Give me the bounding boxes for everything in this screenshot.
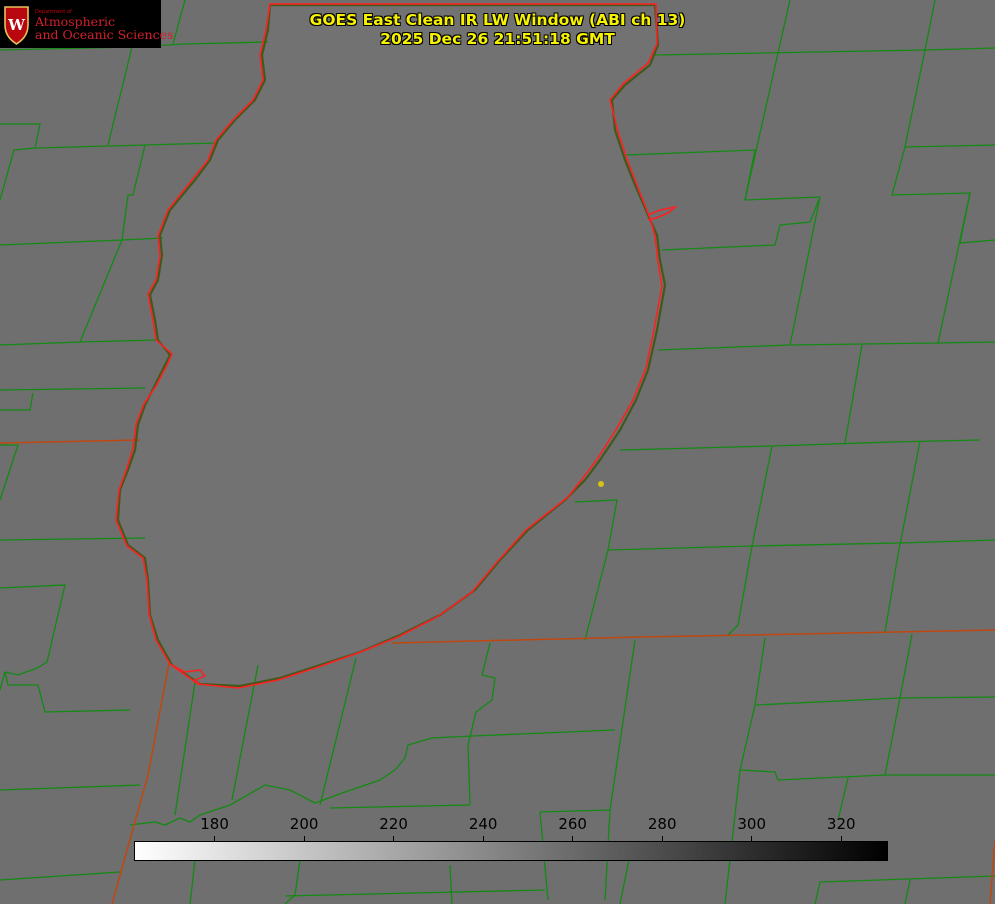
colorbar-tick-mark: [303, 836, 305, 842]
colorbar-tick-label: 200: [289, 815, 319, 833]
colorbar-tick-mark: [840, 836, 842, 842]
colorbar-tick-mark: [214, 836, 216, 842]
colorbar-tick-mark: [751, 836, 753, 842]
colorbar-tick-mark: [661, 836, 663, 842]
colorbar-tick-label: 240: [468, 815, 498, 833]
title-line1: GOES East Clean IR LW Window (ABI ch 13): [309, 11, 686, 29]
colorbar-tick-label: 320: [826, 815, 856, 833]
colorbar-tick-label: 180: [200, 815, 229, 833]
colorbar-tick-mark: [482, 836, 484, 842]
colorbar-tick-label: 260: [558, 815, 587, 833]
colorbar-tick-label: 300: [737, 815, 767, 833]
colorbar: [134, 841, 888, 861]
yellow-dot-icon: [598, 481, 604, 487]
colorbar-tick-label: 220: [379, 815, 408, 833]
colorbar-tick-mark: [393, 836, 395, 842]
colorbar-tick-label: 280: [647, 815, 677, 833]
colorbar-tick-mark: [572, 836, 574, 842]
satellite-map: [0, 0, 995, 904]
title-line2: 2025 Dec 26 21:51:18 GMT: [380, 29, 615, 48]
image-title: GOES East Clean IR LW Window (ABI ch 13)…: [0, 11, 995, 48]
